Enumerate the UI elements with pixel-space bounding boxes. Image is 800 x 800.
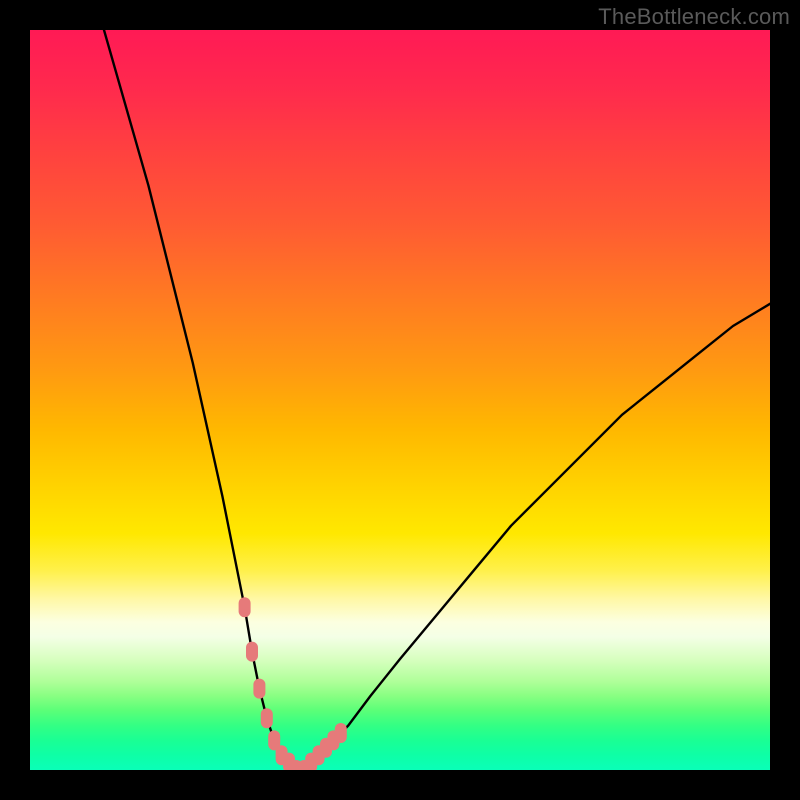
- chart-frame: TheBottleneck.com: [0, 0, 800, 800]
- bottleneck-curve: [104, 30, 770, 770]
- highlight-marker: [261, 708, 273, 728]
- highlight-marker: [253, 679, 265, 699]
- highlight-marker: [246, 642, 258, 662]
- highlight-marker: [335, 723, 347, 743]
- chart-plot-area: [30, 30, 770, 770]
- highlight-marker: [239, 597, 251, 617]
- chart-svg: [30, 30, 770, 770]
- highlight-markers: [239, 597, 347, 770]
- watermark-text: TheBottleneck.com: [598, 4, 790, 30]
